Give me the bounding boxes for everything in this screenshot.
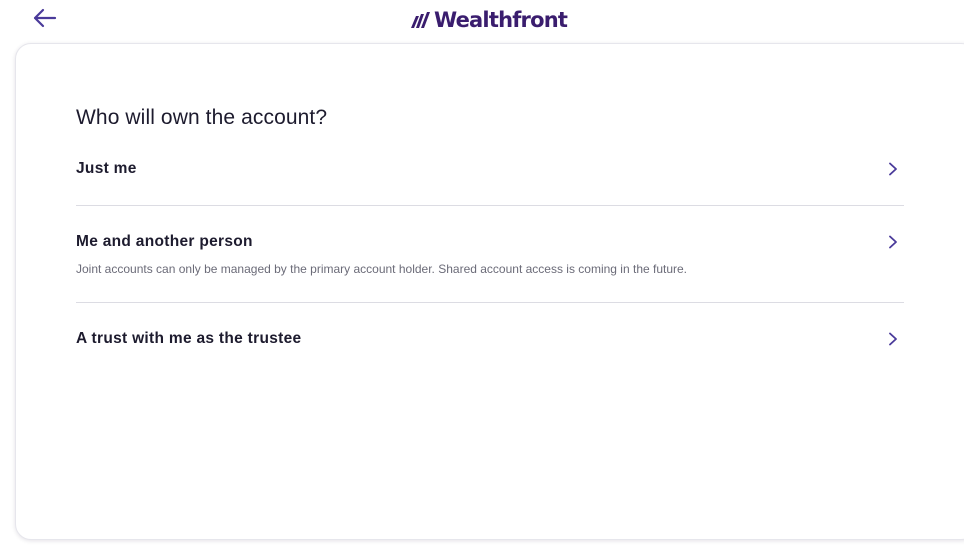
- option-description: Joint accounts can only be managed by th…: [76, 262, 688, 276]
- back-button[interactable]: [30, 6, 58, 30]
- chevron-right-icon: [889, 332, 897, 346]
- option-trust-trustee[interactable]: A trust with me as the trustee: [76, 330, 904, 360]
- wealthfront-logo-mark-icon: [411, 12, 430, 28]
- divider: [76, 205, 904, 206]
- option-just-me[interactable]: Just me: [76, 160, 904, 190]
- logo-text: Wealthfront: [434, 8, 568, 32]
- option-me-and-another-person[interactable]: Me and another person Joint accounts can…: [76, 233, 904, 283]
- chevron-right-icon: [889, 235, 897, 249]
- arrow-left-icon: [33, 8, 57, 28]
- option-label: A trust with me as the trustee: [76, 330, 302, 347]
- option-label: Just me: [76, 160, 137, 177]
- page-title: Who will own the account?: [76, 106, 328, 129]
- option-label: Me and another person: [76, 233, 253, 250]
- top-bar: Wealthfront: [0, 0, 964, 40]
- chevron-right-icon: [889, 162, 897, 176]
- divider: [76, 302, 904, 303]
- wealthfront-logo[interactable]: Wealthfront: [410, 6, 568, 34]
- account-owner-card: Who will own the account? Just me Me and…: [15, 43, 964, 540]
